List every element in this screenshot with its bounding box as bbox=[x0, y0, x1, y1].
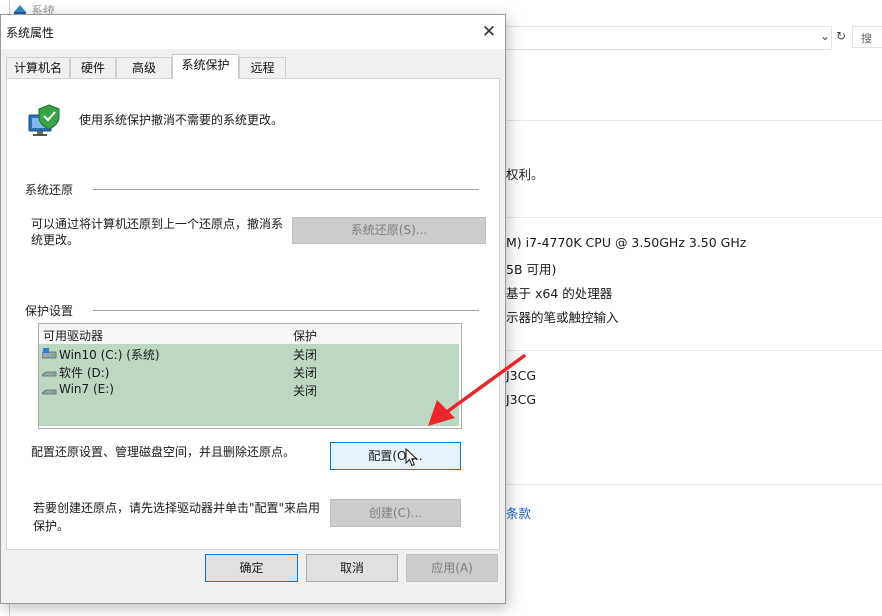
divider bbox=[505, 484, 882, 485]
mouse-cursor-icon bbox=[405, 448, 418, 467]
drive-icon bbox=[42, 389, 57, 395]
group-divider bbox=[93, 189, 479, 190]
column-header-protection[interactable]: 保护 bbox=[293, 327, 317, 344]
system-restore-description: 可以通过将计算机还原到上一个还原点，撤消系统更改。 bbox=[31, 217, 284, 247]
system-restore-button[interactable]: 系统还原(S)... bbox=[292, 217, 486, 244]
drive-protection-status: 关闭 bbox=[293, 348, 318, 362]
tab-hardware[interactable]: 硬件 bbox=[70, 57, 116, 78]
background-text: J3CG bbox=[506, 368, 537, 383]
pen-touch-info: 示器的笔或触控输入 bbox=[506, 310, 619, 325]
drive-protection-status: 关闭 bbox=[293, 366, 318, 380]
system-restore-group-title: 系统还原 bbox=[25, 183, 74, 197]
chevron-down-icon[interactable]: ⌄ bbox=[820, 29, 830, 43]
divider bbox=[505, 120, 882, 121]
system-properties-dialog: 系统属性 ✕ 计算机名 硬件 高级 系统保护 远程 使用系统保护撤消不需要的系统… bbox=[0, 14, 506, 604]
drive-list-header: 可用驱动器 保护 bbox=[39, 324, 459, 344]
apply-button[interactable]: 应用(A) bbox=[406, 554, 498, 582]
processor-info: M) i7-4770K CPU @ 3.50GHz 3.50 GHz bbox=[506, 235, 747, 250]
create-description: 若要创建还原点，请先选择驱动器并单击"配置"来启用保护。 bbox=[33, 501, 321, 533]
system-protection-panel: 使用系统保护撤消不需要的系统更改。 系统还原 可以通过将计算机还原到上一个还原点… bbox=[6, 78, 500, 550]
tab-advanced[interactable]: 高级 bbox=[116, 57, 172, 78]
system-type-info: 基于 x64 的处理器 bbox=[506, 286, 613, 301]
tab-computer-name[interactable]: 计算机名 bbox=[6, 57, 70, 78]
drive-list[interactable]: 可用驱动器 保护 Win10 (C:) (系统) 关闭 软件 (D:) 关闭 W… bbox=[38, 323, 462, 429]
refresh-icon[interactable]: ↻ bbox=[836, 29, 846, 43]
dialog-title: 系统属性 bbox=[6, 26, 55, 40]
divider bbox=[505, 350, 882, 351]
drive-icon bbox=[42, 371, 57, 377]
tab-remote[interactable]: 远程 bbox=[239, 57, 286, 78]
drive-row[interactable]: Win7 (E:) 关闭 bbox=[39, 381, 459, 399]
memory-info: 5B 可用) bbox=[506, 262, 557, 277]
drive-name: Win7 (E:) bbox=[59, 382, 114, 396]
configure-description: 配置还原设置、管理磁盘空间，并且删除还原点。 bbox=[31, 445, 296, 459]
column-header-drives[interactable]: 可用驱动器 bbox=[43, 327, 103, 344]
drive-rows: Win10 (C:) (系统) 关闭 软件 (D:) 关闭 Win7 (E:) … bbox=[39, 344, 459, 426]
search-box[interactable]: 搜 bbox=[852, 26, 882, 48]
license-terms-link[interactable]: 条款 bbox=[506, 503, 531, 522]
create-button[interactable]: 创建(C)... bbox=[330, 499, 461, 527]
tab-system-protection[interactable]: 系统保护 bbox=[172, 54, 239, 79]
close-icon[interactable]: ✕ bbox=[477, 20, 501, 44]
dialog-titlebar[interactable]: 系统属性 ✕ bbox=[1, 15, 505, 49]
drive-protection-status: 关闭 bbox=[293, 384, 318, 398]
drive-row[interactable]: 软件 (D:) 关闭 bbox=[39, 363, 459, 381]
background-text: 权利。 bbox=[506, 167, 544, 182]
drive-name: 软件 (D:) bbox=[59, 366, 110, 380]
configure-button[interactable]: 配置(O)... bbox=[330, 442, 461, 470]
address-bar[interactable] bbox=[505, 26, 832, 50]
background-text: J3CG bbox=[506, 392, 537, 407]
protection-settings-group-title: 保护设置 bbox=[25, 304, 74, 318]
intro-text: 使用系统保护撤消不需要的系统更改。 bbox=[79, 113, 284, 127]
group-divider bbox=[93, 310, 479, 311]
system-protection-icon bbox=[28, 104, 60, 136]
divider bbox=[505, 217, 882, 218]
drive-name: Win10 (C:) (系统) bbox=[59, 348, 160, 362]
ok-button[interactable]: 确定 bbox=[205, 554, 298, 582]
system-drive-icon bbox=[42, 348, 57, 359]
drive-row[interactable]: Win10 (C:) (系统) 关闭 bbox=[39, 345, 459, 363]
cancel-button[interactable]: 取消 bbox=[306, 554, 398, 582]
